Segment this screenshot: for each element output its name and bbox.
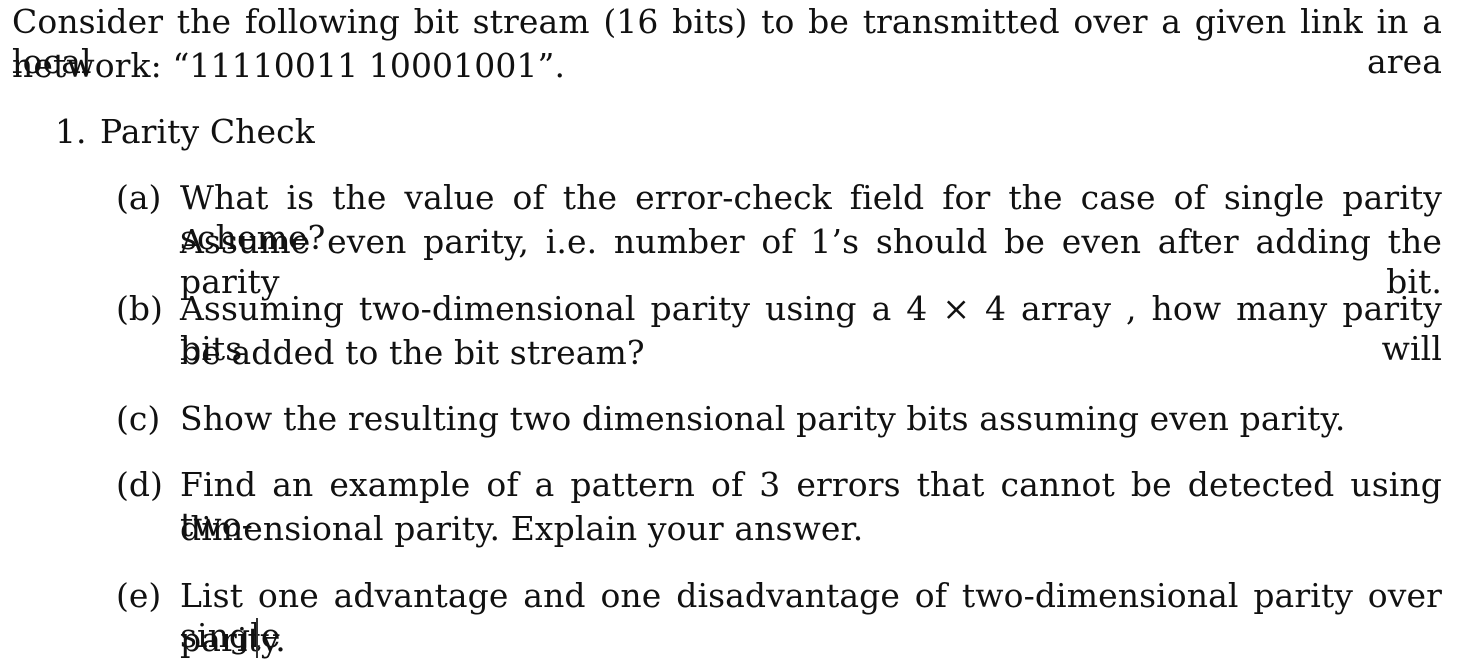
- intro-line-2: network: “11110011 10001001”.: [12, 46, 566, 85]
- item-a-label: (a): [116, 178, 162, 217]
- document-page: Consider the following bit stream (16 bi…: [0, 0, 1484, 668]
- item-b-label: (b): [116, 289, 163, 328]
- item-b-line-2: be added to the bit stream?: [180, 333, 645, 372]
- text-cursor: [256, 618, 258, 658]
- item-e-line-1: List one advantage and one disadvantage …: [180, 576, 1442, 655]
- item-e-label: (e): [116, 576, 162, 615]
- section-number: 1.: [55, 112, 87, 151]
- item-c-label: (c): [116, 399, 161, 438]
- item-d-label: (d): [116, 465, 163, 504]
- item-e-line-2: parity.: [180, 620, 286, 659]
- item-c-line-1: Show the resulting two dimensional parit…: [180, 399, 1346, 438]
- item-d-line-2: dimensional parity. Explain your answer.: [180, 509, 864, 548]
- section-title: Parity Check: [100, 112, 315, 151]
